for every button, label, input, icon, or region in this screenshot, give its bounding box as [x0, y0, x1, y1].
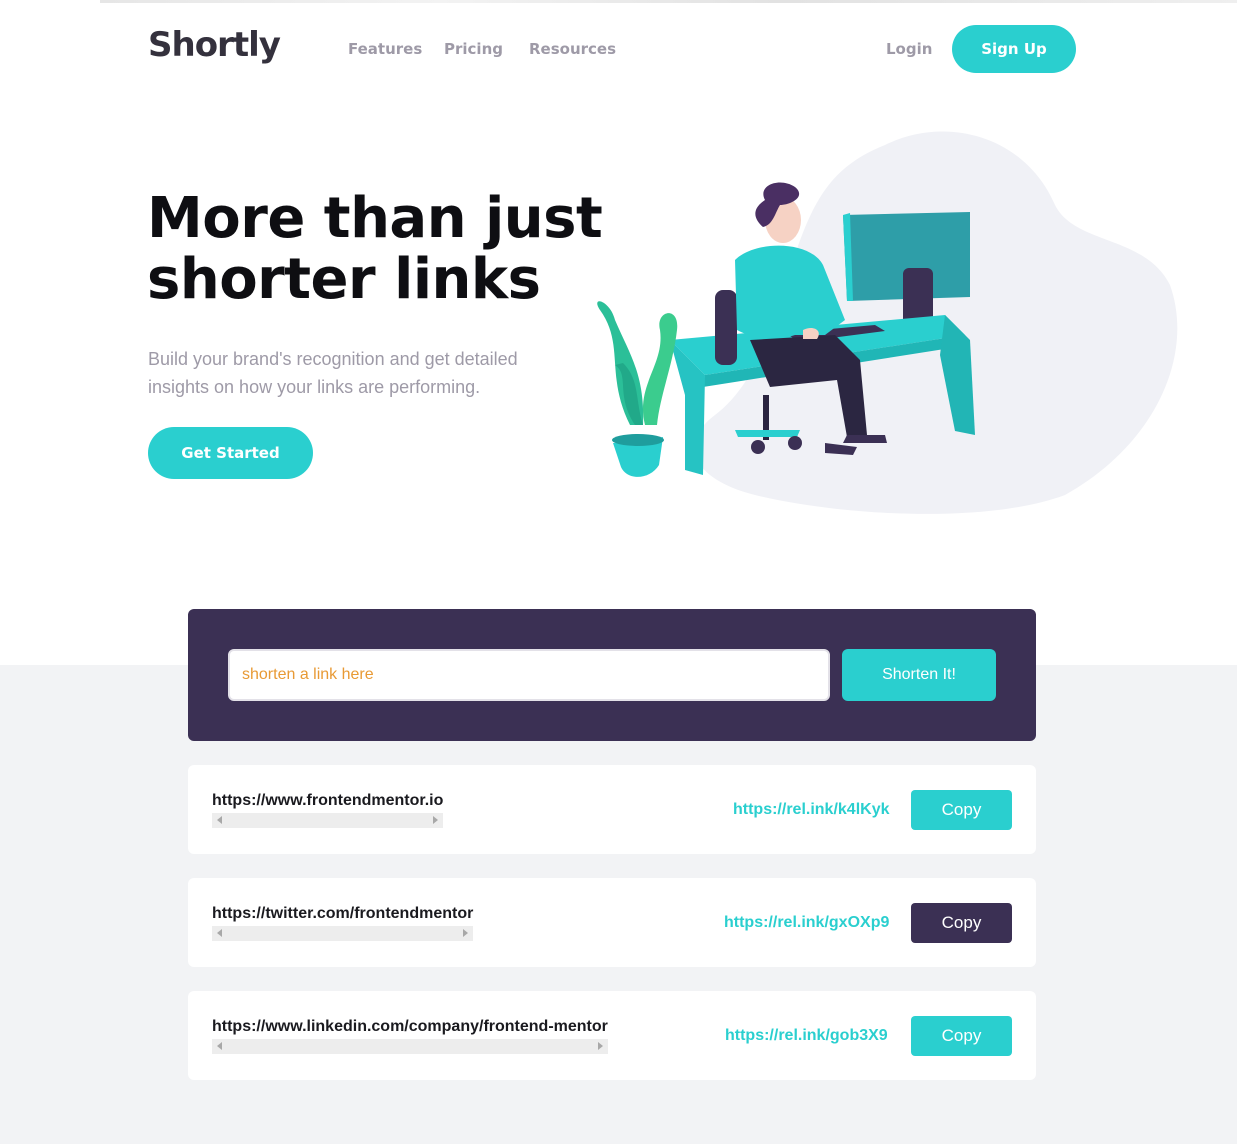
scroll-right-icon[interactable] [463, 929, 469, 937]
original-url: https://www.frontendmentor.io [212, 792, 444, 809]
login-link[interactable]: Login [886, 40, 932, 58]
horizontal-scrollbar[interactable] [212, 1039, 608, 1054]
original-url-wrap: https://www.frontendmentor.io [212, 791, 444, 828]
chair-back [715, 290, 737, 365]
link-input[interactable] [228, 649, 830, 701]
shorten-form: Shorten It! [188, 609, 1036, 741]
working-illustration [597, 131, 1178, 514]
scroll-right-icon[interactable] [433, 816, 439, 824]
nav-resources-link[interactable]: Resources [529, 40, 616, 58]
nav-pricing-link[interactable]: Pricing [444, 40, 503, 58]
copy-button[interactable]: Copy [911, 1016, 1012, 1056]
horizontal-scrollbar[interactable] [212, 813, 444, 828]
top-browser-strip [100, 0, 1237, 3]
logo[interactable]: Shortly [148, 25, 281, 65]
get-started-button[interactable]: Get Started [148, 427, 313, 479]
short-url-link[interactable]: https://rel.ink/gob3X9 [725, 1027, 888, 1045]
hero-title: More than just shorter links [147, 186, 603, 312]
nav-features-link[interactable]: Features [348, 40, 422, 58]
original-url: https://www.linkedin.com/company/fronten… [212, 1018, 608, 1035]
scroll-left-icon[interactable] [217, 929, 222, 937]
original-url: https://twitter.com/frontendmentor [212, 905, 474, 922]
result-row: https://twitter.com/frontendmentor https… [188, 878, 1036, 967]
copy-button-copied[interactable]: Copy [911, 903, 1012, 943]
result-row: https://www.frontendmentor.io https://re… [188, 765, 1036, 854]
short-url-link[interactable]: https://rel.ink/gxOXp9 [724, 914, 889, 932]
scroll-right-icon[interactable] [597, 1042, 603, 1050]
hero-subtitle: Build your brand's recognition and get d… [148, 349, 518, 397]
horizontal-scrollbar[interactable] [212, 926, 474, 941]
short-url-link[interactable]: https://rel.ink/k4lKyk [733, 801, 890, 819]
original-url-wrap: https://twitter.com/frontendmentor [212, 904, 474, 941]
shorten-button[interactable]: Shorten It! [842, 649, 996, 701]
original-url-wrap: https://www.linkedin.com/company/fronten… [212, 1017, 608, 1054]
copy-button[interactable]: Copy [911, 790, 1012, 830]
scroll-left-icon[interactable] [217, 816, 222, 824]
scroll-left-icon[interactable] [217, 1042, 222, 1050]
sign-up-button[interactable]: Sign Up [952, 25, 1076, 73]
result-row: https://www.linkedin.com/company/fronten… [188, 991, 1036, 1080]
